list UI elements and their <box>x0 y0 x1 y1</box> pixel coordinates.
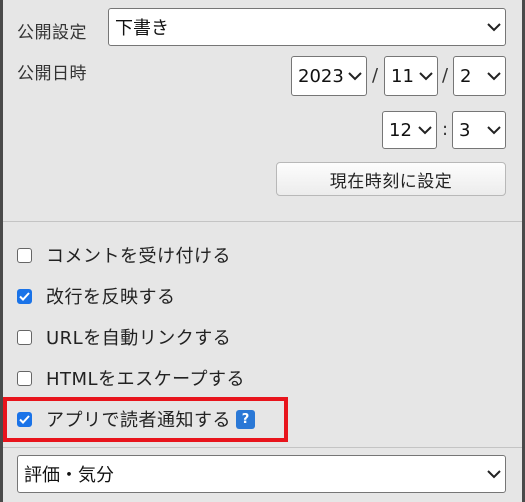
year-value: 2023 <box>298 65 344 87</box>
minute-select[interactable]: 3 <box>452 111 506 149</box>
allow-comments-label: コメントを受け付ける <box>46 246 231 267</box>
publish-setting-value: 下書き <box>115 18 169 39</box>
month-select[interactable]: 11 <box>384 56 438 96</box>
chevron-down-icon <box>483 57 505 95</box>
chevron-down-icon <box>483 456 505 492</box>
chevron-down-icon <box>414 112 436 148</box>
rating-mood-select[interactable]: 評価・気分 <box>17 455 506 493</box>
option-escape-html[interactable]: HTMLをエスケープする <box>17 366 245 390</box>
section-divider <box>3 221 522 222</box>
auto-link-urls-checkbox[interactable] <box>17 329 32 345</box>
day-select[interactable]: 2 <box>453 56 506 96</box>
chevron-down-icon <box>483 9 505 45</box>
reflect-linebreaks-checkbox[interactable] <box>17 288 32 304</box>
escape-html-label: HTMLをエスケープする <box>46 369 246 390</box>
time-separator: : <box>442 119 449 140</box>
hour-select[interactable]: 12 <box>382 111 437 149</box>
chevron-down-icon <box>483 112 505 148</box>
date-separator: / <box>442 65 449 86</box>
section-divider <box>3 447 522 448</box>
option-allow-comments[interactable]: コメントを受け付ける <box>17 243 231 267</box>
set-current-time-button[interactable]: 現在時刻に設定 <box>276 162 506 196</box>
day-value: 2 <box>460 65 472 87</box>
highlight-box <box>3 397 288 442</box>
option-auto-link-urls[interactable]: URLを自動リンクする <box>17 325 231 349</box>
year-select[interactable]: 2023 <box>291 56 367 96</box>
escape-html-checkbox[interactable] <box>17 370 32 386</box>
option-reflect-linebreaks[interactable]: 改行を反映する <box>17 284 176 308</box>
month-value: 11 <box>391 65 414 87</box>
publish-setting-label: 公開設定 <box>17 23 87 43</box>
auto-link-urls-label: URLを自動リンクする <box>46 328 232 349</box>
chevron-down-icon <box>415 57 437 95</box>
chevron-down-icon <box>344 57 366 95</box>
check-icon <box>19 291 30 301</box>
publish-datetime-label: 公開日時 <box>17 64 87 84</box>
reflect-linebreaks-label: 改行を反映する <box>46 287 176 308</box>
hour-value: 12 <box>389 119 412 141</box>
allow-comments-checkbox[interactable] <box>17 247 32 263</box>
minute-value: 3 <box>459 119 471 141</box>
date-separator: / <box>372 65 379 86</box>
publish-setting-select[interactable]: 下書き <box>108 8 506 46</box>
rating-mood-value: 評価・気分 <box>24 465 114 486</box>
